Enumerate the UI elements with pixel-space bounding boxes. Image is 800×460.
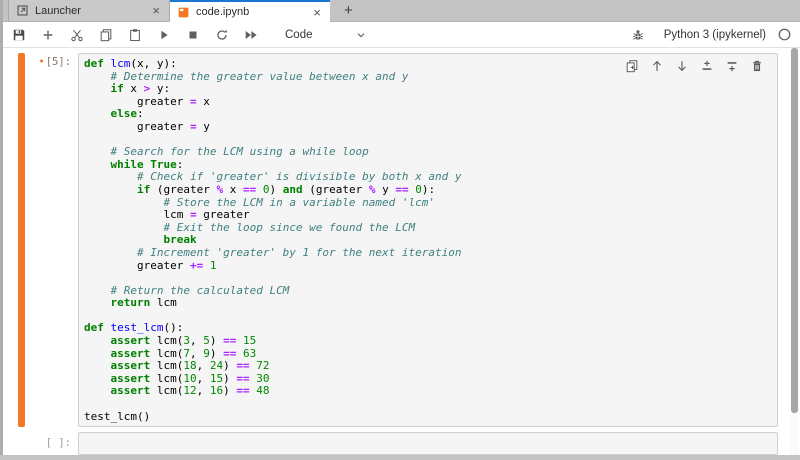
sidebar-edge-divider	[0, 0, 3, 460]
window-bottom-edge	[0, 455, 800, 460]
code-line: greater = y	[84, 121, 772, 134]
notebook-panel: •[5]: def lcm(x, y): # Determine the gre…	[3, 48, 800, 455]
notebook-toolbar: Code Python 3 (ipykernel)	[0, 22, 800, 48]
move-cell-down-icon[interactable]	[674, 58, 689, 73]
code-line: # Search for the LCM using a while loop	[84, 146, 772, 159]
debugger-bug-icon[interactable]	[624, 23, 653, 47]
execution-prompt: [ ]:	[3, 437, 71, 449]
delete-cell-icon[interactable]	[749, 58, 764, 73]
kernel-status-icon[interactable]	[777, 27, 792, 42]
notebook-scrollbar[interactable]	[790, 48, 799, 455]
code-line: assert lcm(12, 16) == 48	[84, 385, 772, 398]
interrupt-kernel-button[interactable]	[178, 23, 207, 47]
tab-label: code.ipynb	[196, 6, 311, 18]
close-icon[interactable]: ×	[150, 4, 162, 17]
execution-prompt: •[5]:	[3, 56, 71, 68]
restart-run-all-button[interactable]	[236, 23, 265, 47]
cell-type-value: Code	[285, 29, 313, 41]
code-cell: •[5]: def lcm(x, y): # Determine the gre…	[3, 53, 800, 427]
cell-toolbar	[624, 58, 764, 73]
copy-cells-button[interactable]	[91, 23, 120, 47]
code-line: greater = x	[84, 96, 772, 109]
code-line	[84, 398, 772, 411]
jupyterlab-window: Launcher × code.ipynb × +	[0, 0, 800, 460]
kernel-name[interactable]: Python 3 (ipykernel)	[664, 29, 766, 41]
empty-code-cell: [ ]:	[3, 432, 800, 455]
tab-notebook[interactable]: code.ipynb ×	[170, 0, 330, 22]
insert-cell-button[interactable]	[33, 23, 62, 47]
prompt-text: [5]:	[46, 56, 71, 68]
code-line: greater += 1	[84, 260, 772, 273]
empty-cell-editor[interactable]	[78, 432, 778, 455]
insert-cell-above-icon[interactable]	[699, 58, 714, 73]
code-line: test_lcm()	[84, 411, 772, 424]
tab-label: Launcher	[35, 5, 150, 17]
code-editor-content: def lcm(x, y): # Determine the greater v…	[79, 54, 777, 427]
cell-type-dropdown[interactable]: Code	[281, 27, 371, 43]
paste-cells-button[interactable]	[120, 23, 149, 47]
launcher-icon	[16, 4, 29, 17]
code-editor[interactable]: def lcm(x, y): # Determine the greater v…	[78, 53, 778, 427]
save-button[interactable]	[4, 23, 33, 47]
code-line	[84, 310, 772, 323]
modified-dot: •	[38, 56, 44, 68]
chevron-down-icon	[355, 29, 367, 41]
notebook-icon	[177, 6, 190, 19]
close-icon[interactable]: ×	[311, 6, 323, 19]
move-cell-up-icon[interactable]	[649, 58, 664, 73]
restart-kernel-button[interactable]	[207, 23, 236, 47]
tab-launcher[interactable]: Launcher ×	[8, 0, 170, 21]
scrollbar-thumb[interactable]	[791, 48, 798, 413]
new-tab-button[interactable]: +	[340, 2, 357, 19]
run-button[interactable]	[149, 23, 178, 47]
code-line: return lcm	[84, 297, 772, 310]
cut-cells-button[interactable]	[62, 23, 91, 47]
cell-collapser[interactable]	[18, 53, 25, 427]
duplicate-cell-icon[interactable]	[624, 58, 639, 73]
code-line: # Return the calculated LCM	[84, 285, 772, 298]
tab-bar: Launcher × code.ipynb × +	[0, 0, 800, 22]
insert-cell-below-icon[interactable]	[724, 58, 739, 73]
